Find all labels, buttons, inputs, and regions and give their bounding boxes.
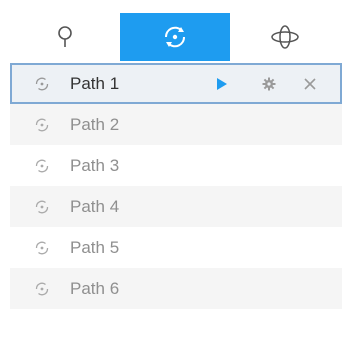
- tab-patrol[interactable]: [120, 13, 230, 61]
- path-label: Path 3: [70, 155, 120, 175]
- path-row-4[interactable]: Path 4: [10, 186, 342, 227]
- patrol-path-icon: [35, 282, 49, 295]
- patrol-path-icon: [35, 200, 49, 213]
- path-panel: Path 1 Path 2 Path 3 Path 4 Path 5 Path …: [0, 0, 352, 349]
- patrol-path-icon: [35, 77, 49, 90]
- play-icon: [217, 77, 227, 90]
- patrol-path-icon: [35, 159, 49, 172]
- path-row-3[interactable]: Path 3: [10, 145, 342, 186]
- tab-preset[interactable]: [10, 13, 120, 61]
- gear-icon: [262, 77, 276, 90]
- patrol-path-icon: [164, 26, 186, 48]
- path-row-6[interactable]: Path 6: [10, 268, 342, 309]
- settings-button[interactable]: [259, 74, 279, 94]
- delete-button[interactable]: [300, 74, 320, 94]
- close-icon: [304, 77, 316, 90]
- path-label: Path 2: [70, 114, 120, 134]
- path-list: Path 1 Path 2 Path 3 Path 4 Path 5 Path …: [10, 63, 342, 309]
- path-label: Path 5: [70, 237, 120, 257]
- play-button[interactable]: [212, 74, 232, 94]
- path-row-2[interactable]: Path 2: [10, 104, 342, 145]
- tab-pattern[interactable]: [230, 13, 340, 61]
- path-row-5[interactable]: Path 5: [10, 227, 342, 268]
- patrol-path-icon: [35, 118, 49, 131]
- mode-tabs: [10, 13, 342, 61]
- path-row-1[interactable]: Path 1: [10, 63, 342, 104]
- pattern-orbit-icon: [271, 25, 299, 49]
- path-label: Path 6: [70, 278, 120, 298]
- preset-pin-icon: [58, 26, 72, 47]
- patrol-path-icon: [35, 241, 49, 254]
- path-label: Path 1: [70, 73, 120, 93]
- path-label: Path 4: [70, 196, 120, 216]
